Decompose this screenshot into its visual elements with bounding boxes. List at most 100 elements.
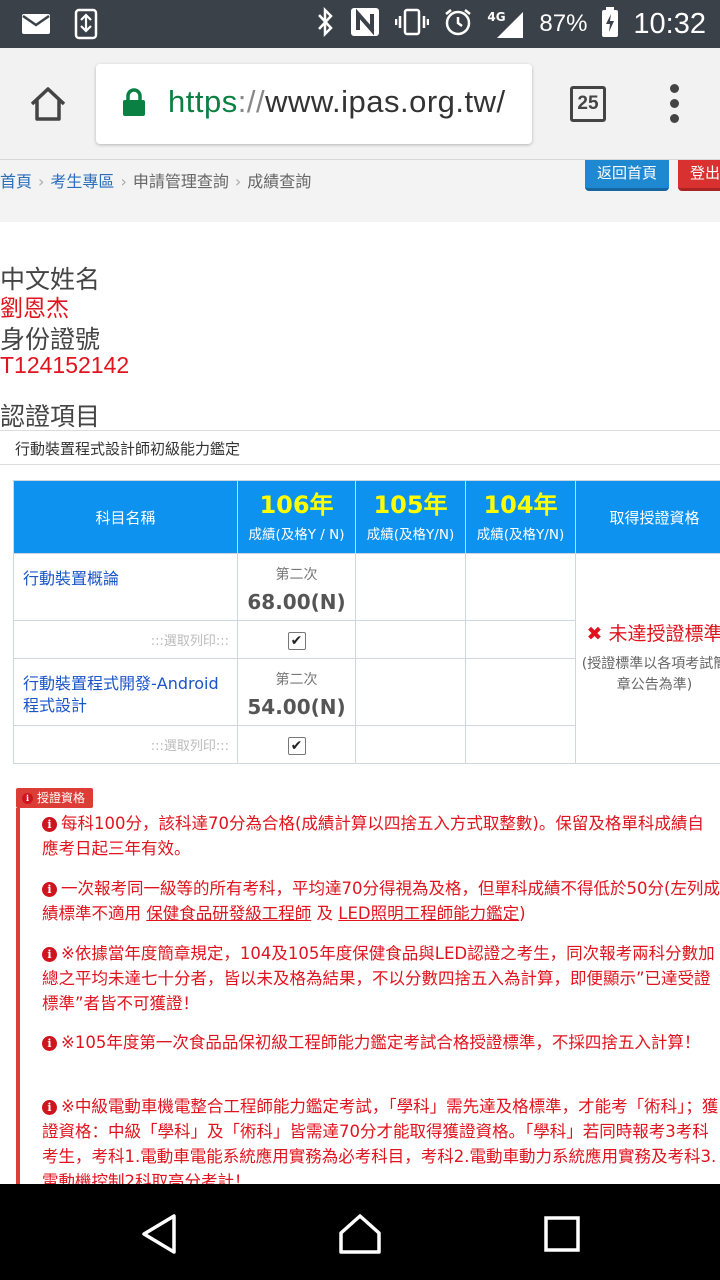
home-nav-icon[interactable] bbox=[338, 1212, 382, 1256]
print-checkbox[interactable]: ✔ bbox=[287, 631, 306, 650]
back-icon[interactable] bbox=[138, 1212, 182, 1256]
score-cell-empty bbox=[465, 553, 576, 621]
notice-text: 每科100分，該科達70分為合格(成績計算以四捨五入方式取整數)。保留及格單科成… bbox=[42, 814, 704, 858]
info-icon: i bbox=[42, 947, 57, 962]
subject-name[interactable]: 行動裝置程式開發-Android程式設計 bbox=[13, 658, 238, 726]
url-host: www.ipas.org.tw/ bbox=[265, 84, 506, 119]
notice-link[interactable]: LED照明工程師能力鑑定 bbox=[338, 904, 519, 923]
year-sublabel: 成績(及格Y/N) bbox=[476, 527, 565, 543]
column-header-year: 106年成績(及格Y / N) bbox=[237, 480, 356, 554]
signal-icon: 4G bbox=[487, 8, 525, 40]
vibrate-icon bbox=[395, 7, 430, 41]
notice-tag: i 授證資格 bbox=[16, 788, 94, 808]
year-label: 104年 bbox=[483, 491, 558, 519]
id-label: 身份證號 bbox=[0, 325, 101, 354]
score-cell-empty bbox=[355, 553, 466, 621]
score-cell-empty bbox=[465, 725, 576, 764]
tab-switcher-button[interactable]: 25 bbox=[570, 86, 606, 122]
column-header-qualification: 取得授證資格 bbox=[575, 480, 720, 554]
url-bar[interactable]: https://www.ipas.org.tw/ bbox=[96, 64, 532, 144]
url-separator: :// bbox=[237, 84, 266, 119]
web-page: 首頁 › 考生專區 › 申請管理查詢 › 成績查詢 返回首頁 登出 中文姓名 劉恩杰 身份證… bbox=[0, 160, 720, 1184]
notice-text: 及 bbox=[316, 904, 334, 923]
score-value: 54.00(N) bbox=[247, 695, 346, 719]
score-cell: 第二次 68.00(N) bbox=[237, 553, 356, 621]
table-row: 行動裝置概論 第二次 68.00(N) ✖ 未達授證標準 (授證標準以各項考試簡章… bbox=[13, 553, 720, 764]
table-header-row: 科目名稱 106年 成績(及格Y / N) 105年 成績(及格Y/N) 104年成… bbox=[13, 480, 720, 554]
notice-item: i 每科100分，該科達70分為合格(成績計算以四捨五入方式取整數)。保留及格單科… bbox=[42, 811, 720, 861]
overflow-menu-icon[interactable] bbox=[668, 84, 680, 124]
back-home-button[interactable]: 返回首頁 bbox=[585, 160, 669, 191]
score-cell-empty bbox=[355, 725, 466, 764]
nfc-icon bbox=[349, 6, 381, 42]
year-label: 106年 bbox=[259, 491, 334, 519]
print-checkbox-cell: ✔ bbox=[237, 620, 356, 659]
notice-item: i 一次報考同一級等的所有考科，平均達70分得視為及格，但單科成績不得低於50分(… bbox=[42, 876, 720, 926]
print-checkbox[interactable]: ✔ bbox=[287, 736, 306, 755]
print-select-label: :::選取列印::: bbox=[13, 620, 238, 659]
notice-box: i 每科100分，該科達70分為合格(成績計算以四捨五入方式取整數)。保留及格單科… bbox=[16, 808, 720, 1184]
score-value: 68.00(N) bbox=[247, 590, 346, 614]
breadcrumb: 首頁 › 考生專區 › 申請管理查詢 › 成績查詢 bbox=[0, 168, 311, 192]
breadcrumb-home[interactable]: 首頁 bbox=[0, 172, 32, 191]
breadcrumb-separator: › bbox=[120, 172, 127, 191]
status-bar: 4G 87% 10:32 bbox=[0, 0, 720, 48]
alarm-icon bbox=[443, 7, 473, 41]
name-value: 劉恩杰 bbox=[0, 295, 69, 321]
download-icon bbox=[74, 8, 98, 44]
notice-tag-text: 授證資格 bbox=[37, 791, 86, 805]
qualification-cell: ✖ 未達授證標準 (授證標準以各項考試簡章公告為準) bbox=[575, 553, 720, 764]
divider bbox=[0, 430, 720, 431]
lock-icon bbox=[122, 88, 146, 122]
attempt-label: 第二次 bbox=[275, 672, 318, 688]
notice-text: ※105年度第一次食品品保初級工程師能力鑑定考試合格授證標準，不採四捨五入計算！ bbox=[61, 1033, 701, 1052]
url-scheme: https bbox=[168, 84, 238, 119]
year-sublabel: 成績(及格Y/N) bbox=[366, 527, 455, 543]
browser-toolbar: https://www.ipas.org.tw/ 25 bbox=[0, 48, 720, 160]
battery-icon bbox=[601, 6, 619, 42]
qualification-status-text: 未達授證標準 bbox=[608, 623, 720, 645]
column-header-year: 105年 成績(及格Y/N) bbox=[355, 480, 466, 554]
attempt-label: 第二次 bbox=[275, 567, 318, 583]
id-value: T124152142 bbox=[0, 352, 130, 378]
score-cell-empty bbox=[355, 658, 466, 726]
notice-text: ※中級電動車機電整合工程師能力鑑定考試，「學科」需先達及格標準，才能考「術科」；… bbox=[42, 1097, 719, 1184]
bluetooth-icon bbox=[315, 6, 335, 41]
certification-item: 行動裝置程式設計師初級能力鑑定 bbox=[15, 440, 241, 458]
divider bbox=[0, 464, 720, 465]
qualification-status: ✖ 未達授證標準 bbox=[580, 621, 720, 648]
close-icon: ✖ bbox=[586, 623, 603, 645]
breadcrumb-manage: 申請管理查詢 bbox=[132, 172, 229, 191]
info-icon: i bbox=[42, 1100, 57, 1115]
print-checkbox-cell: ✔ bbox=[237, 725, 356, 764]
year-sublabel: 成績(及格Y / N) bbox=[248, 527, 345, 543]
logout-button[interactable]: 登出 bbox=[678, 160, 720, 191]
system-nav-bar bbox=[0, 1184, 720, 1280]
score-cell-empty bbox=[465, 620, 576, 659]
score-table: 科目名稱 106年 成績(及格Y / N) 105年 成績(及格Y/N) 104年成… bbox=[13, 480, 720, 764]
breadcrumb-bar: 首頁 › 考生專區 › 申請管理查詢 › 成績查詢 返回首頁 登出 bbox=[0, 160, 720, 222]
notice-text: ※依據當年度簡章規定，104及105年度保健食品與LED認證之考生，同次報考兩科… bbox=[42, 944, 715, 1013]
certification-heading: 認證項目 bbox=[0, 402, 101, 431]
battery-percentage: 87% bbox=[539, 10, 588, 37]
notice-item: i ※依據當年度簡章規定，104及105年度保健食品與LED認證之考生，同次報考兩… bbox=[42, 941, 720, 1016]
breadcrumb-current: 成績查詢 bbox=[247, 172, 312, 191]
notice-link[interactable]: 保健食品研發級工程師 bbox=[146, 904, 311, 923]
notice-item: i ※105年度第一次食品品保初級工程師能力鑑定考試合格授證標準，不採四捨五入計算… bbox=[42, 1030, 720, 1055]
url-text: https://www.ipas.org.tw/ bbox=[168, 84, 506, 120]
subject-name[interactable]: 行動裝置概論 bbox=[13, 553, 238, 621]
home-icon[interactable] bbox=[26, 82, 70, 126]
info-icon: i bbox=[42, 817, 57, 832]
breadcrumb-separator: › bbox=[234, 172, 242, 191]
column-header-year: 104年成績(及格Y/N) bbox=[465, 480, 576, 554]
mail-icon bbox=[20, 8, 52, 44]
breadcrumb-examinee[interactable]: 考生專區 bbox=[50, 172, 114, 191]
score-cell-empty bbox=[355, 620, 466, 659]
score-cell-empty bbox=[465, 658, 576, 726]
breadcrumb-separator: › bbox=[38, 172, 45, 191]
recents-icon[interactable] bbox=[540, 1212, 584, 1256]
clock: 10:32 bbox=[633, 7, 706, 40]
score-cell: 第二次 54.00(N) bbox=[237, 658, 356, 726]
info-icon: i bbox=[42, 1036, 57, 1051]
qualification-note: (授證標準以各項考試簡章公告為準) bbox=[581, 656, 720, 693]
